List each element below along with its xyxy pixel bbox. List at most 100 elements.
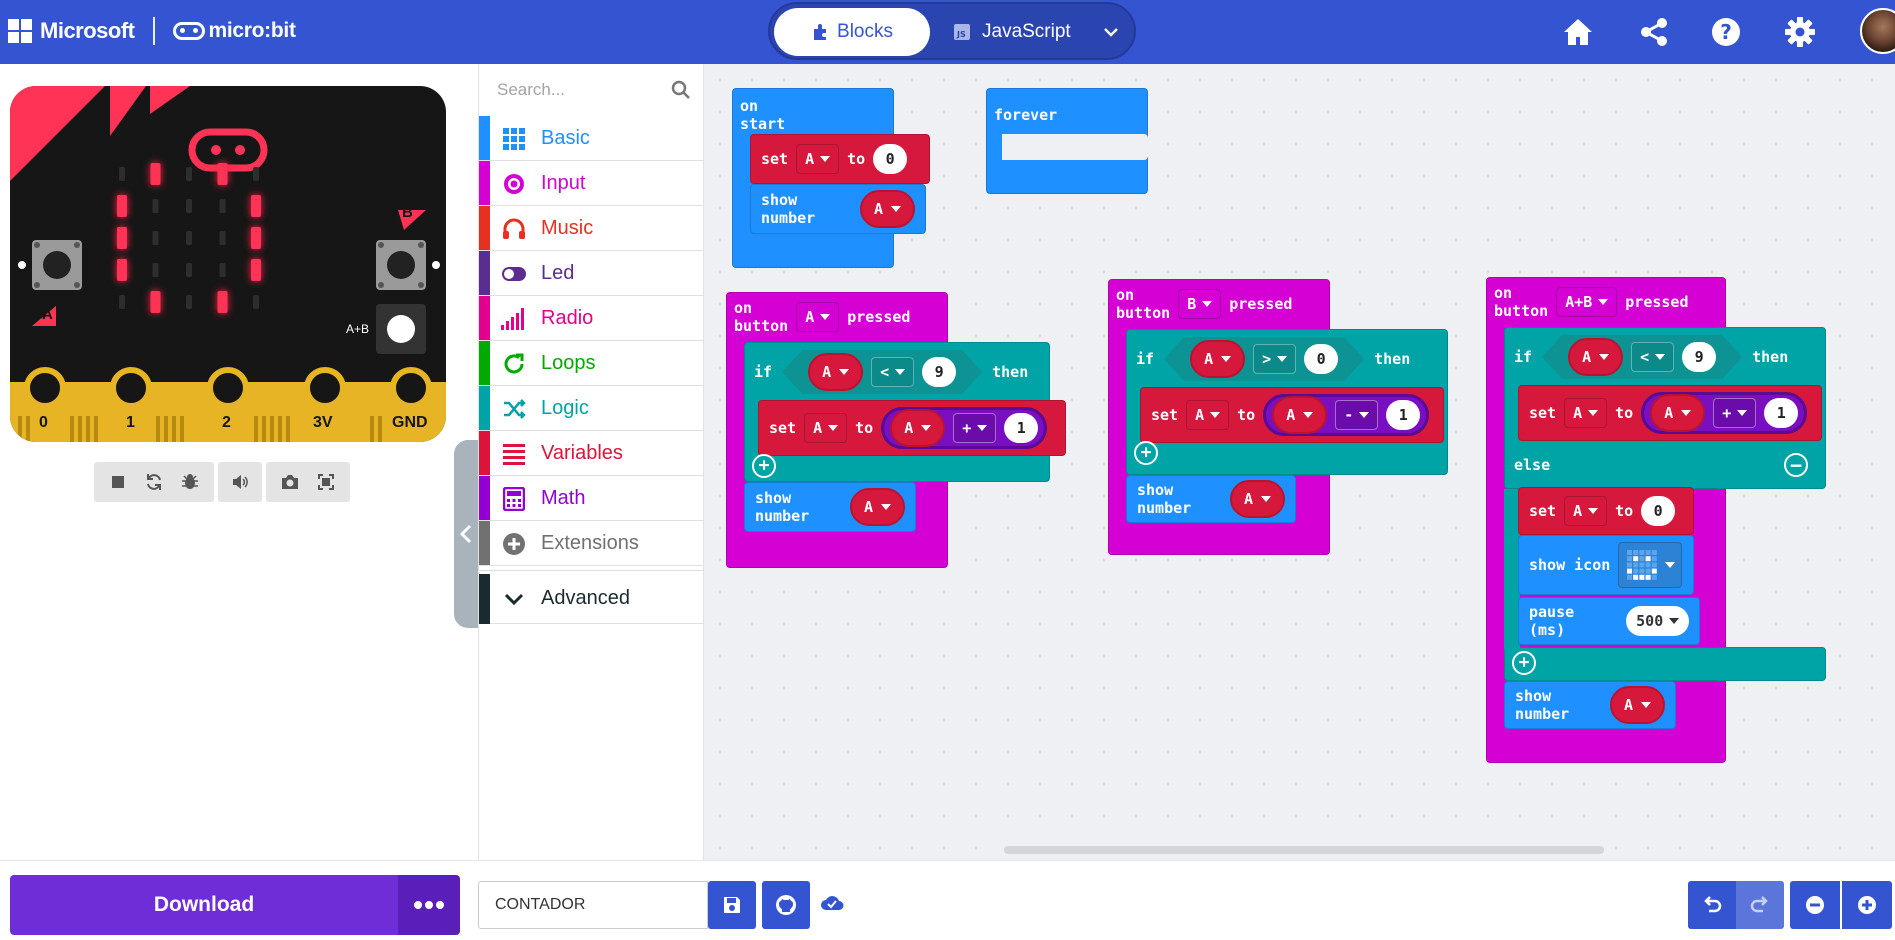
pin-3v-label[interactable]: 3V xyxy=(313,414,333,432)
category-input[interactable]: Input xyxy=(479,161,705,206)
brand[interactable]: Microsoft micro:bit xyxy=(8,17,296,45)
button-dropdown[interactable]: A xyxy=(796,302,840,332)
download-button[interactable]: Download xyxy=(10,875,398,935)
category-led[interactable]: Led xyxy=(479,251,705,296)
variable-dropdown[interactable]: A xyxy=(1186,400,1230,430)
compare-value-input[interactable]: 0 xyxy=(1304,344,1338,374)
variable-reporter[interactable]: A xyxy=(1609,686,1665,724)
restart-button[interactable] xyxy=(136,462,172,502)
avatar[interactable] xyxy=(1860,8,1895,54)
variable-dropdown[interactable]: A xyxy=(1564,496,1608,526)
search-icon[interactable] xyxy=(671,80,691,100)
math-block[interactable]: A - 1 xyxy=(1263,394,1430,436)
show-number-block[interactable]: show number A xyxy=(1126,475,1296,523)
home-button[interactable] xyxy=(1558,12,1598,52)
category-radio[interactable]: Radio xyxy=(479,296,705,341)
add-else-icon[interactable]: + xyxy=(1134,441,1158,465)
share-button[interactable] xyxy=(1634,12,1674,52)
set-block[interactable]: set A to A + 1 xyxy=(1518,385,1822,441)
button-dropdown[interactable]: B xyxy=(1178,289,1222,319)
undo-button[interactable] xyxy=(1688,881,1736,929)
add-else-icon[interactable]: + xyxy=(752,454,776,478)
category-math[interactable]: Math xyxy=(479,476,705,521)
fullscreen-button[interactable] xyxy=(308,462,344,502)
operator-dropdown[interactable]: < xyxy=(1631,342,1674,372)
redo-button[interactable] xyxy=(1736,881,1784,929)
remove-else-icon[interactable]: − xyxy=(1784,453,1808,477)
tab-blocks[interactable]: Blocks xyxy=(774,8,930,56)
variable-reporter[interactable]: A xyxy=(849,488,905,526)
button-dropdown[interactable]: A+B xyxy=(1556,287,1618,317)
category-music[interactable]: Music xyxy=(479,206,705,251)
compare-value-input[interactable]: 9 xyxy=(922,357,956,387)
category-loops[interactable]: Loops xyxy=(479,341,705,386)
collapse-simulator-handle[interactable] xyxy=(454,440,478,628)
comparison-block[interactable]: A < 9 xyxy=(782,350,982,394)
value-input[interactable]: 0 xyxy=(873,144,908,174)
operator-dropdown[interactable]: > xyxy=(1253,344,1296,374)
comparison-block[interactable]: A > 0 xyxy=(1164,337,1364,381)
pause-value-dropdown[interactable]: 500 xyxy=(1626,606,1689,636)
button-ab[interactable] xyxy=(376,304,426,354)
category-logic[interactable]: Logic xyxy=(479,386,705,431)
blocks-workspace[interactable]: on start set A to 0 show number A foreve… xyxy=(704,64,1895,860)
workspace-scrollbar[interactable] xyxy=(1004,846,1604,854)
save-button[interactable] xyxy=(708,881,756,929)
category-advanced[interactable]: Advanced xyxy=(479,574,705,624)
variable-reporter[interactable]: A xyxy=(1650,394,1706,432)
variable-reporter[interactable]: A xyxy=(1568,338,1623,376)
variable-reporter[interactable]: A xyxy=(1190,340,1245,378)
github-button[interactable] xyxy=(762,881,810,929)
stop-button[interactable] xyxy=(100,462,136,502)
icon-dropdown[interactable] xyxy=(1618,542,1683,588)
search-input[interactable] xyxy=(497,80,667,100)
value-input[interactable]: 0 xyxy=(1641,496,1676,526)
variable-reporter[interactable]: A xyxy=(1272,396,1328,434)
math-operator-dropdown[interactable]: + xyxy=(1713,398,1757,428)
math-value-input[interactable]: 1 xyxy=(1764,398,1799,428)
pin-gnd-label[interactable]: GND xyxy=(392,414,428,432)
show-number-block[interactable]: show number A xyxy=(750,184,926,234)
variable-reporter[interactable]: A xyxy=(890,409,946,447)
math-block[interactable]: A + 1 xyxy=(1641,392,1808,434)
show-icon-block[interactable]: show icon xyxy=(1518,535,1694,595)
button-a[interactable] xyxy=(32,240,82,290)
math-operator-dropdown[interactable]: - xyxy=(1335,400,1379,430)
math-operator-dropdown[interactable]: + xyxy=(953,413,997,443)
compare-value-input[interactable]: 9 xyxy=(1682,342,1716,372)
debug-button[interactable] xyxy=(172,462,208,502)
category-variables[interactable]: Variables xyxy=(479,431,705,476)
category-extensions[interactable]: Extensions xyxy=(479,521,705,566)
screenshot-button[interactable] xyxy=(272,462,308,502)
add-else-icon[interactable]: + xyxy=(1512,651,1536,675)
help-button[interactable]: ? xyxy=(1706,12,1746,52)
zoom-out-button[interactable] xyxy=(1790,881,1840,929)
operator-dropdown[interactable]: < xyxy=(871,357,914,387)
variable-reporter[interactable]: A xyxy=(808,353,863,391)
pin-2-label[interactable]: 2 xyxy=(222,414,231,432)
variable-dropdown[interactable]: A xyxy=(804,413,848,443)
math-block[interactable]: A + 1 xyxy=(881,407,1048,449)
variable-reporter[interactable]: A xyxy=(1229,480,1285,518)
download-more-button[interactable] xyxy=(398,875,460,935)
zoom-in-button[interactable] xyxy=(1842,881,1892,929)
math-value-input[interactable]: 1 xyxy=(1386,400,1421,430)
set-block[interactable]: set A to 0 xyxy=(1518,487,1694,535)
set-block[interactable]: set A to A - 1 xyxy=(1140,387,1444,443)
variable-dropdown[interactable]: A xyxy=(1564,398,1608,428)
math-value-input[interactable]: 1 xyxy=(1004,413,1039,443)
set-block[interactable]: set A to 0 xyxy=(750,134,930,184)
show-number-block[interactable]: show number A xyxy=(744,482,916,532)
project-name-input[interactable]: CONTADOR xyxy=(478,881,708,929)
pin-0-label[interactable]: 0 xyxy=(39,414,48,432)
variable-reporter[interactable]: A xyxy=(859,190,915,228)
variable-dropdown[interactable]: A xyxy=(796,144,840,174)
category-basic[interactable]: Basic xyxy=(479,116,705,161)
pin-1-label[interactable]: 1 xyxy=(126,414,135,432)
language-dropdown[interactable] xyxy=(1090,8,1132,56)
set-block[interactable]: set A to A + 1 xyxy=(758,400,1066,456)
pause-block[interactable]: pause (ms) 500 xyxy=(1518,597,1700,645)
comparison-block[interactable]: A < 9 xyxy=(1542,335,1742,379)
settings-button[interactable] xyxy=(1780,12,1820,52)
tab-javascript[interactable]: JS JavaScript xyxy=(952,8,1102,56)
